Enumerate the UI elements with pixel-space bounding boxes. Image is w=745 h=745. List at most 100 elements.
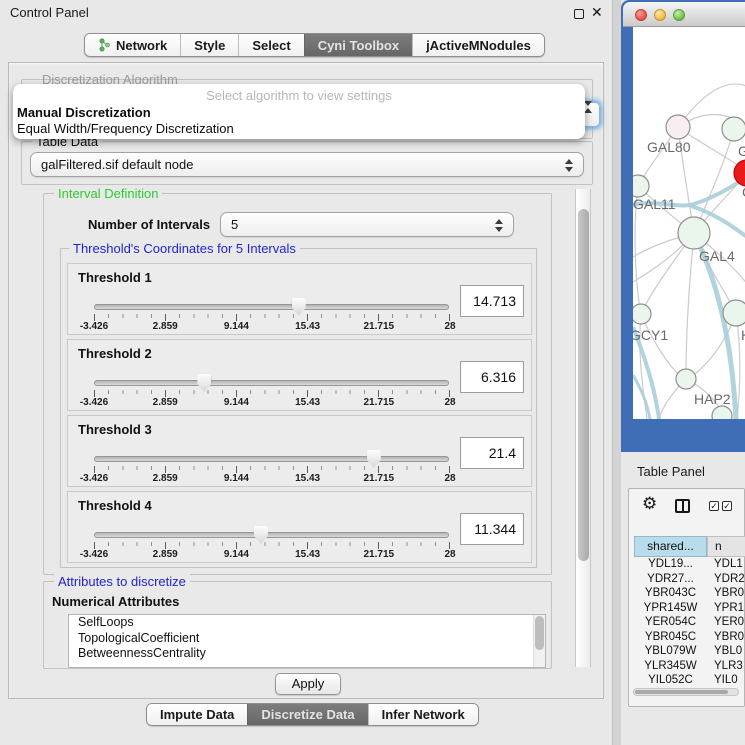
table-row[interactable]: YDR27...YDR2 <box>634 572 745 587</box>
tick-label: 2.859 <box>153 549 178 560</box>
table-row[interactable]: YPR145WYPR1 <box>634 601 745 616</box>
table-row[interactable]: YIL052CYIL0 <box>634 673 745 685</box>
table-cell[interactable]: YDR2 <box>707 572 745 587</box>
table-cell[interactable]: YPR145W <box>634 601 707 616</box>
network-node[interactable] <box>633 175 649 197</box>
table-row[interactable]: YLR345WYLR3 <box>634 659 745 674</box>
panel-divider[interactable] <box>612 0 621 745</box>
tab-impute-data[interactable]: Impute Data <box>147 704 247 725</box>
network-node-label: H <box>741 327 745 343</box>
table-cell[interactable]: YIL052C <box>634 673 707 685</box>
table-cell[interactable]: YDL1 <box>707 557 745 572</box>
table-row[interactable]: YER054CYER0 <box>634 615 745 630</box>
scrollbar-thumb[interactable] <box>535 616 544 650</box>
network-window-titlebar[interactable] <box>623 2 745 27</box>
threshold-1-slider[interactable] <box>94 304 449 310</box>
table-row[interactable]: YBR045CYBR0 <box>634 630 745 645</box>
close-traffic-light-icon[interactable] <box>635 9 647 21</box>
scrollbar-thumb[interactable] <box>578 209 589 561</box>
network-canvas[interactable]: GAL80GCGAL11GAL4GCY1HHAP2 <box>633 27 745 419</box>
network-node[interactable] <box>666 115 690 139</box>
network-node[interactable] <box>676 369 696 389</box>
popup-option-equal-width[interactable]: Equal Width/Frequency Discretization <box>17 121 234 136</box>
tab-cyni-toolbox[interactable]: Cyni Toolbox <box>304 34 412 56</box>
table-cell[interactable]: YDR27... <box>634 572 707 587</box>
tab-style[interactable]: Style <box>180 34 238 56</box>
popup-option-manual-discretization[interactable]: Manual Discretization <box>17 105 151 120</box>
tick-label: -3.426 <box>80 397 108 408</box>
threshold-4-box: Threshold 4 -3.4262.8599.14415.4321.7152… <box>67 491 532 563</box>
table-cell[interactable]: YBR0 <box>707 586 745 601</box>
tick-label: 9.144 <box>224 321 249 332</box>
threshold-3-slider[interactable] <box>94 456 449 462</box>
table-cell[interactable]: YBL079W <box>634 644 707 659</box>
threshold-3-value-field[interactable]: 21.4 <box>460 437 524 469</box>
close-icon[interactable]: ✕ <box>591 4 603 21</box>
table-cell[interactable]: YER0 <box>707 615 745 630</box>
column-header-shared-name[interactable]: shared... <box>634 536 707 557</box>
table-cell[interactable]: YLR3 <box>707 659 745 674</box>
number-of-intervals-select[interactable]: 5 <box>220 212 514 237</box>
apply-button[interactable]: Apply <box>275 673 341 695</box>
threshold-label: Threshold 2 <box>78 346 152 361</box>
tab-discretize-data[interactable]: Discretize Data <box>247 704 367 725</box>
slider-tick-labels: -3.4262.8599.14415.4321.71528 <box>68 549 531 561</box>
threshold-2-value-field[interactable]: 6.316 <box>460 361 524 393</box>
network-node-label: HAP2 <box>694 391 731 407</box>
table-cell[interactable]: YIL0 <box>707 673 745 685</box>
stepper-arrows-icon <box>494 218 503 233</box>
numerical-attributes-list[interactable]: SelfLoopsTopologicalCoefficientBetweenne… <box>68 614 546 668</box>
table-row[interactable]: YBL079WYBL0 <box>634 644 745 659</box>
checked-checkbox-icon[interactable]: ✓ <box>722 501 732 511</box>
table-row[interactable]: YBR043CYBR0 <box>634 586 745 601</box>
tick-label: 9.144 <box>224 473 249 484</box>
table-cell[interactable]: YBR045C <box>634 630 707 645</box>
table-panel-region: Table Panel ⚙ ✓ ✓ shared... n YDL19...YD… <box>621 452 745 745</box>
table-cell[interactable]: YDL19... <box>634 557 707 572</box>
attribute-list-item[interactable]: TopologicalCoefficient <box>69 631 545 647</box>
network-node-label: GCY1 <box>633 327 668 343</box>
network-node[interactable] <box>633 304 651 324</box>
network-node[interactable] <box>678 217 710 249</box>
table-cell[interactable]: YBL0 <box>707 644 745 659</box>
tab-label: Discretize Data <box>261 707 354 722</box>
column-header-name[interactable]: n <box>707 536 745 557</box>
threshold-4-slider[interactable] <box>94 532 449 538</box>
zoom-traffic-light-icon[interactable] <box>673 9 685 21</box>
network-node-label: GAL11 <box>633 196 676 212</box>
minimize-traffic-light-icon[interactable] <box>654 9 666 21</box>
network-node[interactable] <box>723 300 745 326</box>
table-cell[interactable]: YBR0 <box>707 630 745 645</box>
threshold-2-box: Threshold 2 -3.4262.8599.14415.4321.7152… <box>67 339 532 411</box>
tick-label: -3.426 <box>80 473 108 484</box>
table-horizontal-scrollbar[interactable] <box>633 688 739 696</box>
slider-major-ticks <box>94 390 451 397</box>
table-cell[interactable]: YPR1 <box>707 601 745 616</box>
gear-icon[interactable]: ⚙ <box>642 494 657 514</box>
scrollbar-thumb[interactable] <box>635 690 728 694</box>
threshold-4-value-field[interactable]: 11.344 <box>460 513 524 545</box>
threshold-1-value-field[interactable]: 14.713 <box>460 285 524 317</box>
tab-jactivemnodules[interactable]: jActiveMNodules <box>412 34 544 56</box>
float-window-icon[interactable] <box>574 9 584 19</box>
settings-vertical-scrollbar[interactable] <box>575 189 591 667</box>
tick-label: 2.859 <box>153 473 178 484</box>
table-cell[interactable]: YER054C <box>634 615 707 630</box>
threshold-2-slider[interactable] <box>94 380 449 386</box>
attribute-list-item[interactable]: SelfLoops <box>69 615 545 631</box>
attribute-list-item[interactable]: BetweennessCentrality <box>69 646 545 662</box>
control-panel: Control Panel ✕ Network Style Select Cyn… <box>0 0 612 745</box>
table-row[interactable]: YDL19...YDL1 <box>634 557 745 572</box>
column-layout-icon[interactable] <box>675 499 690 513</box>
network-node[interactable] <box>722 117 745 141</box>
tab-network[interactable]: Network <box>85 34 180 56</box>
attributes-list-scrollbar[interactable] <box>533 615 545 667</box>
table-data-select[interactable]: galFiltered.sif default node <box>30 152 584 177</box>
tab-infer-network[interactable]: Infer Network <box>368 704 478 725</box>
tab-select[interactable]: Select <box>238 34 303 56</box>
network-node[interactable] <box>712 406 732 419</box>
tick-label: 28 <box>444 473 455 484</box>
table-cell[interactable]: YLR345W <box>634 659 707 674</box>
table-cell[interactable]: YBR043C <box>634 586 707 601</box>
checked-checkbox-icon[interactable]: ✓ <box>709 501 719 511</box>
